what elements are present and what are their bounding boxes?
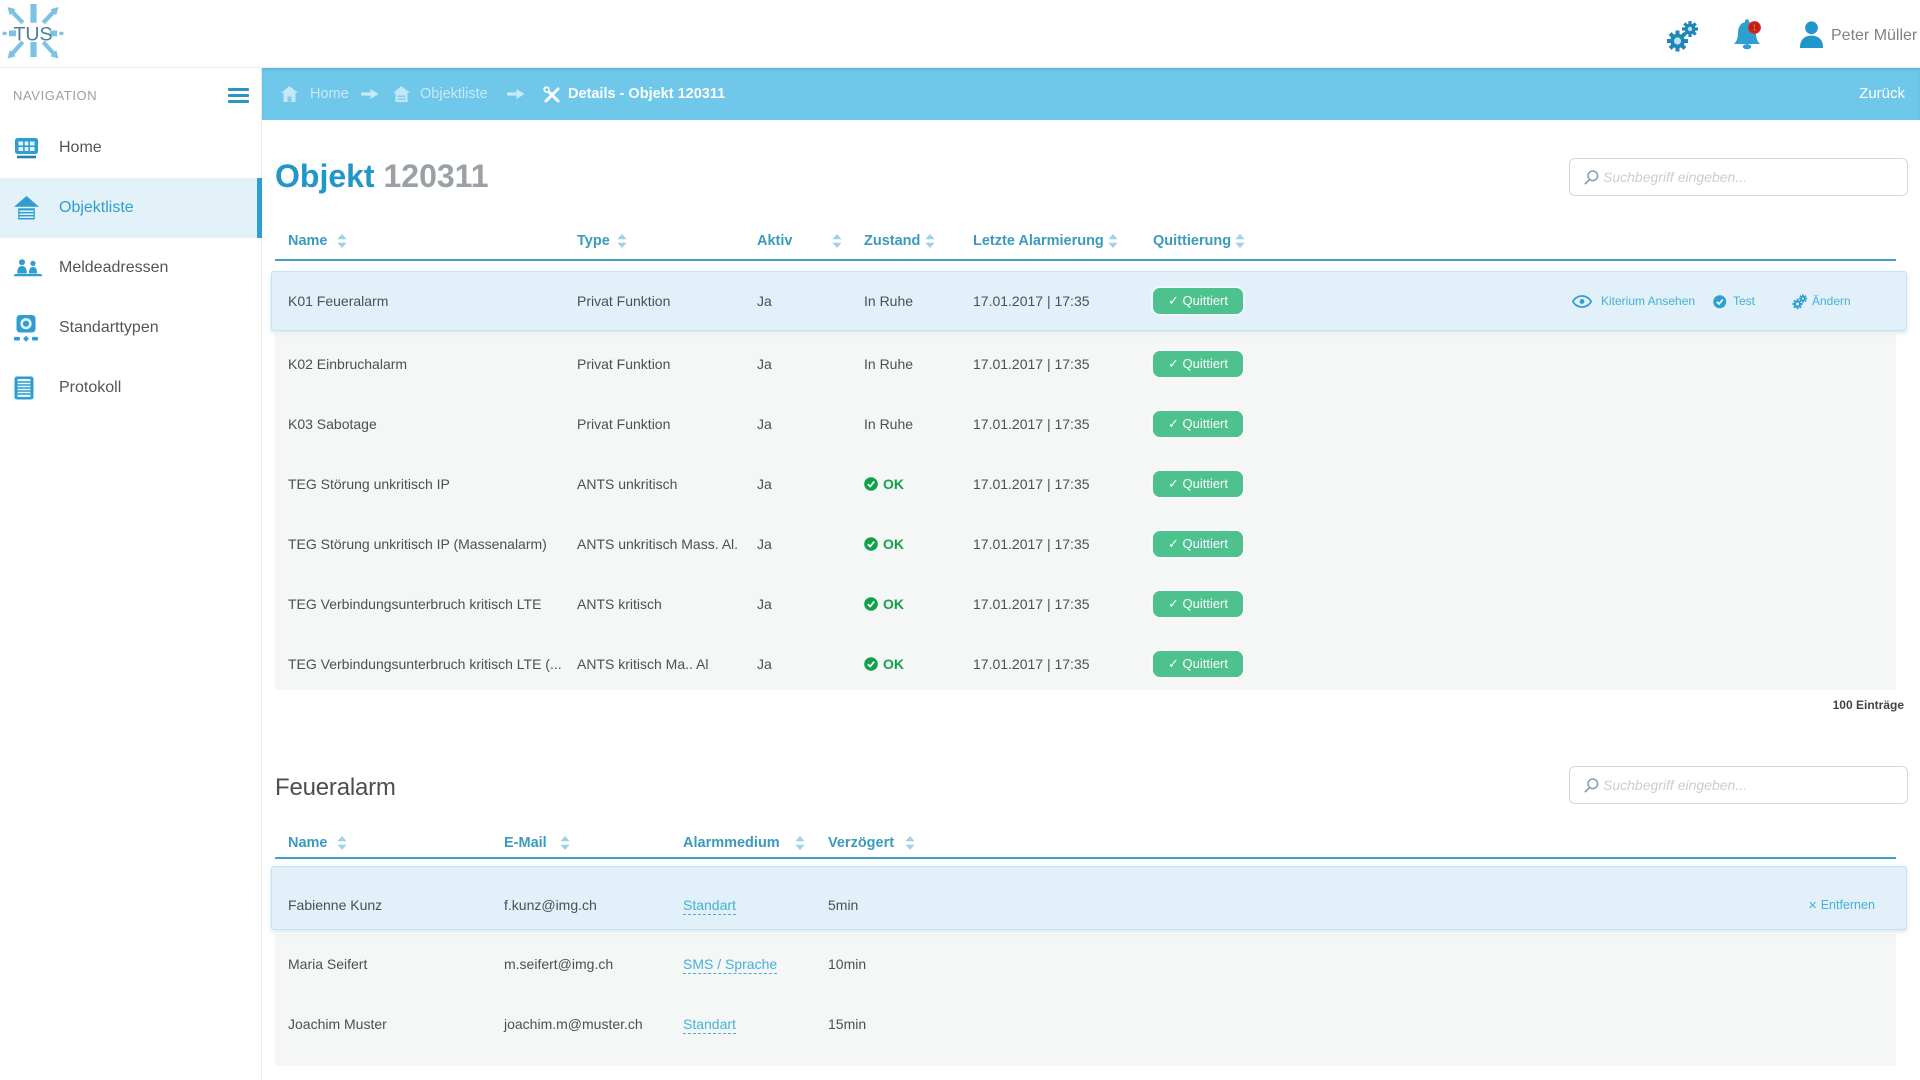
svg-text:1: 1 [1752, 23, 1757, 33]
svg-text:TUS: TUS [14, 24, 53, 46]
